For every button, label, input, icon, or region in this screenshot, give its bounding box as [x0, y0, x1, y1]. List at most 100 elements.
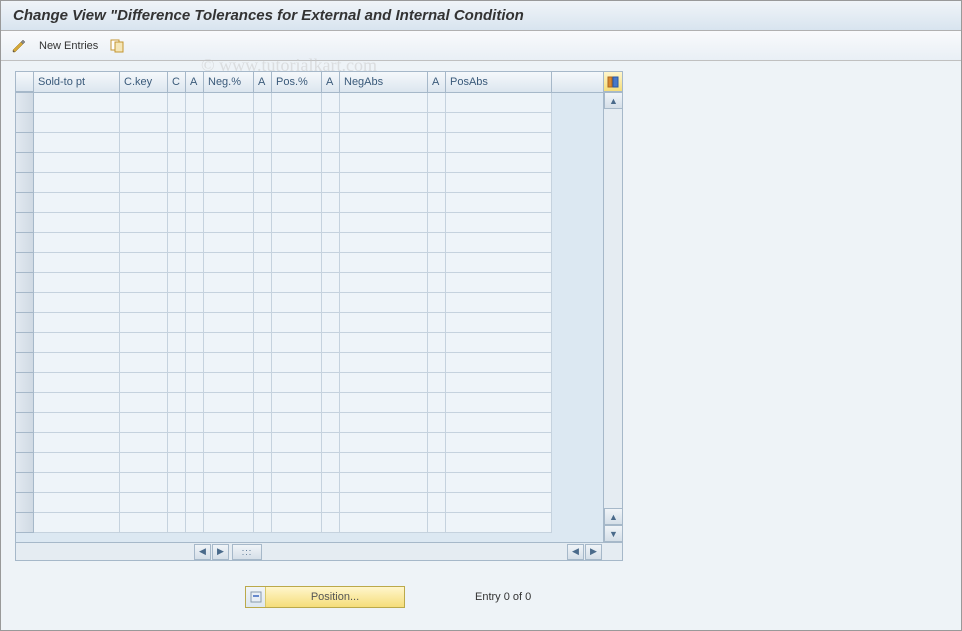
table-cell[interactable]: [168, 413, 186, 433]
table-cell[interactable]: [322, 133, 340, 153]
table-cell[interactable]: [34, 313, 120, 333]
table-cell[interactable]: [120, 313, 168, 333]
table-cell[interactable]: [186, 233, 204, 253]
table-cell[interactable]: [186, 313, 204, 333]
table-cell[interactable]: [272, 393, 322, 413]
table-cell[interactable]: [340, 273, 428, 293]
table-cell[interactable]: [168, 133, 186, 153]
row-selector[interactable]: [16, 233, 34, 253]
table-cell[interactable]: [204, 173, 254, 193]
table-cell[interactable]: [186, 213, 204, 233]
scroll-right-icon[interactable]: ▶: [212, 544, 229, 560]
table-cell[interactable]: [272, 233, 322, 253]
table-cell[interactable]: [34, 153, 120, 173]
table-cell[interactable]: [168, 433, 186, 453]
table-cell[interactable]: [254, 93, 272, 113]
row-selector[interactable]: [16, 513, 34, 533]
table-cell[interactable]: [446, 233, 552, 253]
table-cell[interactable]: [340, 493, 428, 513]
table-cell[interactable]: [168, 113, 186, 133]
table-cell[interactable]: [322, 293, 340, 313]
table-cell[interactable]: [428, 153, 446, 173]
table-cell[interactable]: [254, 513, 272, 533]
table-cell[interactable]: [168, 373, 186, 393]
table-cell[interactable]: [186, 93, 204, 113]
table-cell[interactable]: [168, 313, 186, 333]
row-selector[interactable]: [16, 193, 34, 213]
table-cell[interactable]: [428, 133, 446, 153]
table-cell[interactable]: [204, 493, 254, 513]
table-cell[interactable]: [446, 253, 552, 273]
table-cell[interactable]: [254, 293, 272, 313]
table-cell[interactable]: [186, 413, 204, 433]
table-cell[interactable]: [254, 353, 272, 373]
table-cell[interactable]: [446, 513, 552, 533]
table-cell[interactable]: [340, 293, 428, 313]
table-cell[interactable]: [34, 493, 120, 513]
table-settings-icon[interactable]: [604, 72, 622, 92]
row-selector[interactable]: [16, 213, 34, 233]
table-cell[interactable]: [446, 353, 552, 373]
table-cell[interactable]: [322, 313, 340, 333]
col-header-c-key[interactable]: C.key: [120, 72, 168, 92]
table-cell[interactable]: [204, 353, 254, 373]
table-cell[interactable]: [340, 433, 428, 453]
table-cell[interactable]: [204, 213, 254, 233]
table-cell[interactable]: [204, 133, 254, 153]
select-all-rows[interactable]: [16, 72, 34, 92]
row-selector[interactable]: [16, 373, 34, 393]
copy-icon[interactable]: [110, 39, 126, 53]
row-selector[interactable]: [16, 93, 34, 113]
table-cell[interactable]: [254, 413, 272, 433]
table-cell[interactable]: [272, 213, 322, 233]
col-header-a2[interactable]: A: [254, 72, 272, 92]
table-cell[interactable]: [272, 153, 322, 173]
row-selector[interactable]: [16, 253, 34, 273]
table-cell[interactable]: [254, 213, 272, 233]
table-cell[interactable]: [446, 273, 552, 293]
table-cell[interactable]: [322, 473, 340, 493]
table-cell[interactable]: [446, 313, 552, 333]
position-button[interactable]: Position...: [245, 586, 405, 608]
table-cell[interactable]: [272, 193, 322, 213]
table-cell[interactable]: [120, 413, 168, 433]
table-cell[interactable]: [204, 113, 254, 133]
table-cell[interactable]: [34, 93, 120, 113]
table-cell[interactable]: [34, 473, 120, 493]
table-cell[interactable]: [120, 353, 168, 373]
table-cell[interactable]: [168, 453, 186, 473]
scroll-right-end-icon[interactable]: ▶: [585, 544, 602, 560]
table-cell[interactable]: [322, 253, 340, 273]
row-selector[interactable]: [16, 353, 34, 373]
table-cell[interactable]: [340, 173, 428, 193]
row-selector[interactable]: [16, 413, 34, 433]
table-cell[interactable]: [272, 353, 322, 373]
table-cell[interactable]: [340, 333, 428, 353]
table-cell[interactable]: [34, 513, 120, 533]
table-cell[interactable]: [120, 473, 168, 493]
table-cell[interactable]: [120, 433, 168, 453]
table-cell[interactable]: [186, 433, 204, 453]
table-cell[interactable]: [340, 213, 428, 233]
table-cell[interactable]: [322, 353, 340, 373]
table-cell[interactable]: [428, 413, 446, 433]
table-cell[interactable]: [254, 233, 272, 253]
table-cell[interactable]: [186, 333, 204, 353]
table-cell[interactable]: [204, 373, 254, 393]
table-cell[interactable]: [340, 113, 428, 133]
table-cell[interactable]: [254, 473, 272, 493]
table-cell[interactable]: [446, 493, 552, 513]
col-header-a1[interactable]: A: [186, 72, 204, 92]
col-header-sold-to-pt[interactable]: Sold-to pt: [34, 72, 120, 92]
scroll-up-icon[interactable]: ▲: [604, 92, 622, 109]
table-cell[interactable]: [120, 153, 168, 173]
table-cell[interactable]: [34, 353, 120, 373]
table-cell[interactable]: [204, 233, 254, 253]
table-cell[interactable]: [120, 453, 168, 473]
table-cell[interactable]: [168, 173, 186, 193]
col-header-pos-pct[interactable]: Pos.%: [272, 72, 322, 92]
table-cell[interactable]: [340, 473, 428, 493]
table-cell[interactable]: [186, 193, 204, 213]
table-cell[interactable]: [428, 193, 446, 213]
table-cell[interactable]: [340, 353, 428, 373]
